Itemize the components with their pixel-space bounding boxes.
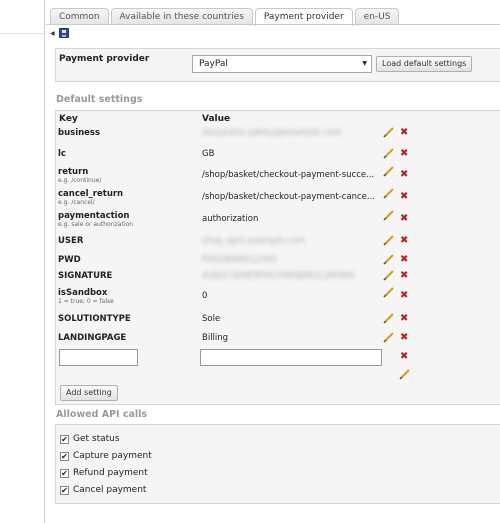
setting-key: return [58,167,89,177]
setting-value[interactable]: Billing [202,333,228,343]
pencil-icon[interactable] [383,147,395,159]
checkbox[interactable]: ✔ [60,485,69,495]
pencil-icon[interactable] [383,126,395,138]
provider-select-value: PayPal [199,59,228,69]
table-row: return e.g. /continue/ /shop/basket/checko… [46,165,500,187]
pencil-icon[interactable] [383,331,395,343]
pencil-icon[interactable] [383,286,395,298]
table-row: cancel_return e.g. /cancel/ /shop/basket/c… [46,187,500,209]
pencil-icon[interactable] [383,253,395,265]
setting-key: SIGNATURE [58,271,113,281]
checkbox[interactable]: ✔ [60,434,69,444]
setting-value[interactable]: Sole [202,314,220,324]
api-call-item: ✔ Capture payment [60,450,152,462]
save-icon[interactable] [58,28,69,38]
provider-select[interactable]: PayPal ▼ [192,55,372,73]
pencil-icon[interactable] [383,234,395,246]
setting-key: PWD [58,255,81,265]
delete-icon[interactable]: ✖ [400,149,408,159]
api-call-label: Capture payment [73,451,152,461]
setting-key: lc [58,149,66,159]
setting-value[interactable]: GB [202,149,214,159]
main-panel: Common Available in these countries Paym… [46,0,500,523]
api-call-item: ✔ Cancel payment [60,484,146,496]
add-setting-button[interactable]: Add setting [60,385,118,401]
setting-value[interactable]: P4SSW0RD12345 [202,255,277,265]
value-column-header: Value [202,114,231,124]
pencil-icon[interactable] [383,269,395,281]
chevron-down-icon: ▼ [362,60,367,67]
tab-bar: Common Available in these countries Paym… [50,8,401,26]
setting-value[interactable]: alexandra.oakley@example.com [202,128,341,138]
table-row: business alexandra.oakley@example.com ✖ [46,126,500,148]
left-panel [0,0,45,523]
api-call-label: Get status [73,434,120,444]
tab-language[interactable]: en-US [354,8,400,25]
setting-key: business [58,128,101,138]
setting-key: cancel_return [58,189,124,199]
pencil-icon[interactable] [383,312,395,324]
setting-value[interactable]: /shop/basket/checkout-payment-cance... [202,192,375,202]
delete-icon[interactable]: ✖ [400,192,408,202]
delete-icon[interactable]: ✖ [400,214,408,224]
table-row: isSandbox 1 = true; 0 = false 0 ✖ [46,286,500,308]
new-key-input[interactable] [59,349,138,366]
delete-icon[interactable]: ✖ [400,291,408,301]
table-row: lc GB ✖ [46,147,500,169]
delete-icon[interactable]: ✖ [400,255,408,265]
tab-common[interactable]: Common [50,8,109,25]
setting-value[interactable]: A1B2C3D4E5F6G7H8I9J0K1L2M3N4 [202,271,354,281]
api-call-label: Cancel payment [73,485,147,495]
setting-value[interactable]: 0 [202,291,207,301]
load-defaults-button[interactable]: Load default settings [376,56,473,72]
setting-hint: e.g. /cancel/ [58,199,95,206]
checkbox[interactable]: ✔ [60,468,69,478]
new-value-input[interactable] [200,349,382,366]
api-call-label: Refund payment [73,468,148,478]
pencil-icon[interactable] [383,209,395,221]
api-call-item: ✔ Get status [60,433,120,445]
setting-value[interactable]: /shop/basket/checkout-payment-succe... [202,170,374,180]
tab-divider [46,24,500,25]
delete-icon[interactable]: ✖ [400,236,408,246]
key-column-header: Key [59,114,78,124]
table-row: USER shop_api1.example.com ✖ [46,234,500,256]
delete-icon[interactable]: ✖ [400,333,408,343]
toolbar: ◀ [50,27,69,39]
allowed-api-title: Allowed API calls [56,409,148,420]
setting-key: LANDINGPAGE [58,333,127,343]
pencil-icon[interactable] [399,368,411,380]
delete-icon[interactable]: ✖ [400,314,408,324]
setting-value[interactable]: shop_api1.example.com [202,236,305,246]
setting-key: USER [58,236,84,246]
delete-icon[interactable]: ✖ [400,128,408,138]
delete-icon[interactable]: ✖ [400,271,408,281]
setting-hint: e.g. /continue/ [58,177,102,184]
checkbox[interactable]: ✔ [60,451,69,461]
setting-hint: 1 = true; 0 = false [58,298,114,305]
collapse-left-icon[interactable]: ◀ [50,30,55,37]
setting-key: paymentaction [58,211,130,221]
setting-hint: e.g. sale or authorization [58,221,134,228]
api-call-item: ✔ Refund payment [60,467,148,479]
delete-icon[interactable]: ✖ [400,170,408,180]
setting-key: SOLUTIONTYPE [58,314,131,324]
default-settings-title: Default settings [56,94,143,105]
left-panel-divider [0,33,44,34]
table-row: paymentaction e.g. sale or authorization a… [46,209,500,231]
delete-icon[interactable]: ✖ [400,351,408,362]
setting-value[interactable]: authorization [202,214,258,224]
pencil-icon[interactable] [383,165,395,177]
pencil-icon[interactable] [383,187,395,199]
table-row: SOLUTIONTYPE Sole ✖ [46,312,500,334]
tab-available-countries[interactable]: Available in these countries [110,8,253,25]
provider-label: Payment provider [59,54,150,64]
setting-key: isSandbox [58,288,108,298]
